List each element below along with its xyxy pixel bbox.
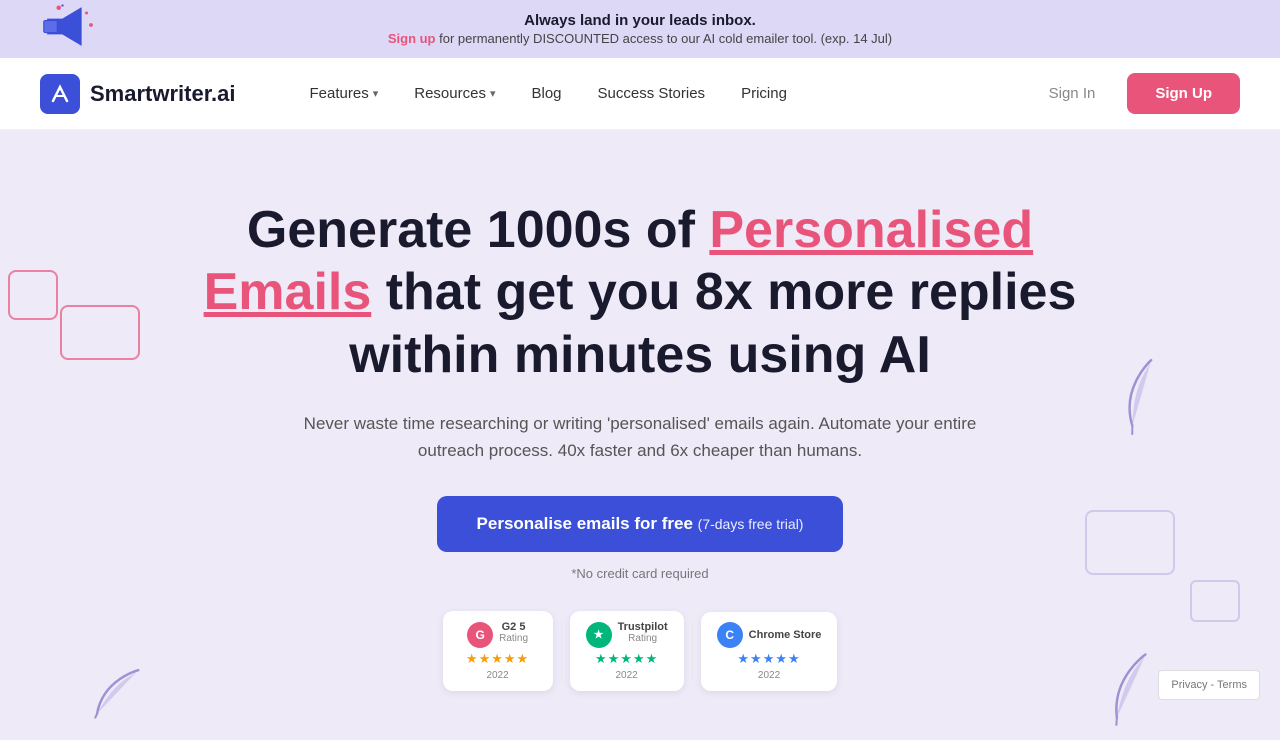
- nav-pricing[interactable]: Pricing: [727, 77, 801, 110]
- sign-in-button[interactable]: Sign In: [1033, 77, 1112, 110]
- badges-row: G G2 5 Rating ★★★★★ 2022 ★ Trustpilot Ra…: [443, 611, 838, 691]
- hero-section: Generate 1000s of Personalised Emails th…: [0, 130, 1280, 740]
- cta-trial: (7-days free trial): [698, 516, 804, 532]
- cta-button[interactable]: Personalise emails for free (7-days free…: [437, 496, 844, 552]
- trustpilot-year: 2022: [615, 670, 637, 681]
- g2-badge: G G2 5 Rating ★★★★★ 2022: [443, 611, 553, 691]
- banner-sub-text: Sign up for permanently DISCOUNTED acces…: [20, 31, 1260, 46]
- deco-rect-left-bottom: [60, 305, 140, 360]
- g2-stars: ★★★★★: [466, 651, 529, 667]
- feather-bottom-left-icon: [89, 659, 146, 739]
- trustpilot-label: Rating: [618, 633, 668, 644]
- resources-chevron: ▾: [490, 87, 496, 100]
- banner-main-text: Always land in your leads inbox.: [20, 12, 1260, 29]
- hero-subtitle: Never waste time researching or writing …: [300, 410, 980, 464]
- trustpilot-stars: ★★★★★: [595, 651, 658, 667]
- trustpilot-icon: ★: [586, 622, 612, 648]
- g2-name: G2 5: [499, 621, 528, 633]
- hero-title-end: that get you 8x more replies within minu…: [349, 263, 1076, 383]
- chrome-stars: ★★★★★: [737, 651, 800, 667]
- logo-link[interactable]: Smartwriter.ai: [40, 74, 236, 114]
- feather-top-right-icon: [1104, 353, 1184, 451]
- logo-icon: [40, 74, 80, 114]
- cta-label: Personalise emails for free: [477, 514, 693, 533]
- sign-up-button[interactable]: Sign Up: [1127, 73, 1240, 114]
- hero-title: Generate 1000s of Personalised Emails th…: [190, 199, 1090, 386]
- deco-rect-right-top: [1085, 510, 1175, 575]
- chrome-icon: C: [717, 622, 743, 648]
- features-chevron: ▾: [373, 87, 379, 100]
- g2-label: Rating: [499, 633, 528, 644]
- top-banner: Always land in your leads inbox. Sign up…: [0, 0, 1280, 58]
- trustpilot-badge: ★ Trustpilot Rating ★★★★★ 2022: [570, 611, 684, 691]
- deco-rect-right-bottom: [1190, 580, 1240, 622]
- nav-success-stories[interactable]: Success Stories: [584, 77, 720, 110]
- trustpilot-name: Trustpilot: [618, 621, 668, 633]
- chrome-year: 2022: [758, 670, 780, 681]
- g2-icon: G: [467, 622, 493, 648]
- badge-divider-2: [692, 621, 693, 681]
- nav-resources[interactable]: Resources ▾: [400, 77, 509, 110]
- banner-sub-suffix: for permanently DISCOUNTED access to our…: [436, 31, 893, 46]
- cta-note: *No credit card required: [571, 566, 708, 581]
- nav-links: Features ▾ Resources ▾ Blog Success Stor…: [296, 77, 1033, 110]
- deco-rect-left-top: [8, 270, 58, 320]
- badge-divider-1: [561, 621, 562, 681]
- hero-title-start: Generate 1000s of: [247, 201, 709, 259]
- g2-year: 2022: [486, 670, 508, 681]
- megaphone-icon: [40, 4, 100, 54]
- chrome-name: Chrome Store: [749, 629, 822, 641]
- recaptcha-widget: Privacy - Terms: [1158, 670, 1260, 700]
- banner-signup-link[interactable]: Sign up: [388, 31, 436, 46]
- recaptcha-text: Privacy - Terms: [1171, 679, 1247, 691]
- nav-blog[interactable]: Blog: [517, 77, 575, 110]
- logo-text: Smartwriter.ai: [90, 81, 236, 107]
- nav-features[interactable]: Features ▾: [296, 77, 393, 110]
- chrome-badge: C Chrome Store ★★★★★ 2022: [701, 612, 838, 691]
- navbar: Smartwriter.ai Features ▾ Resources ▾ Bl…: [0, 58, 1280, 130]
- nav-auth: Sign In Sign Up: [1033, 73, 1240, 114]
